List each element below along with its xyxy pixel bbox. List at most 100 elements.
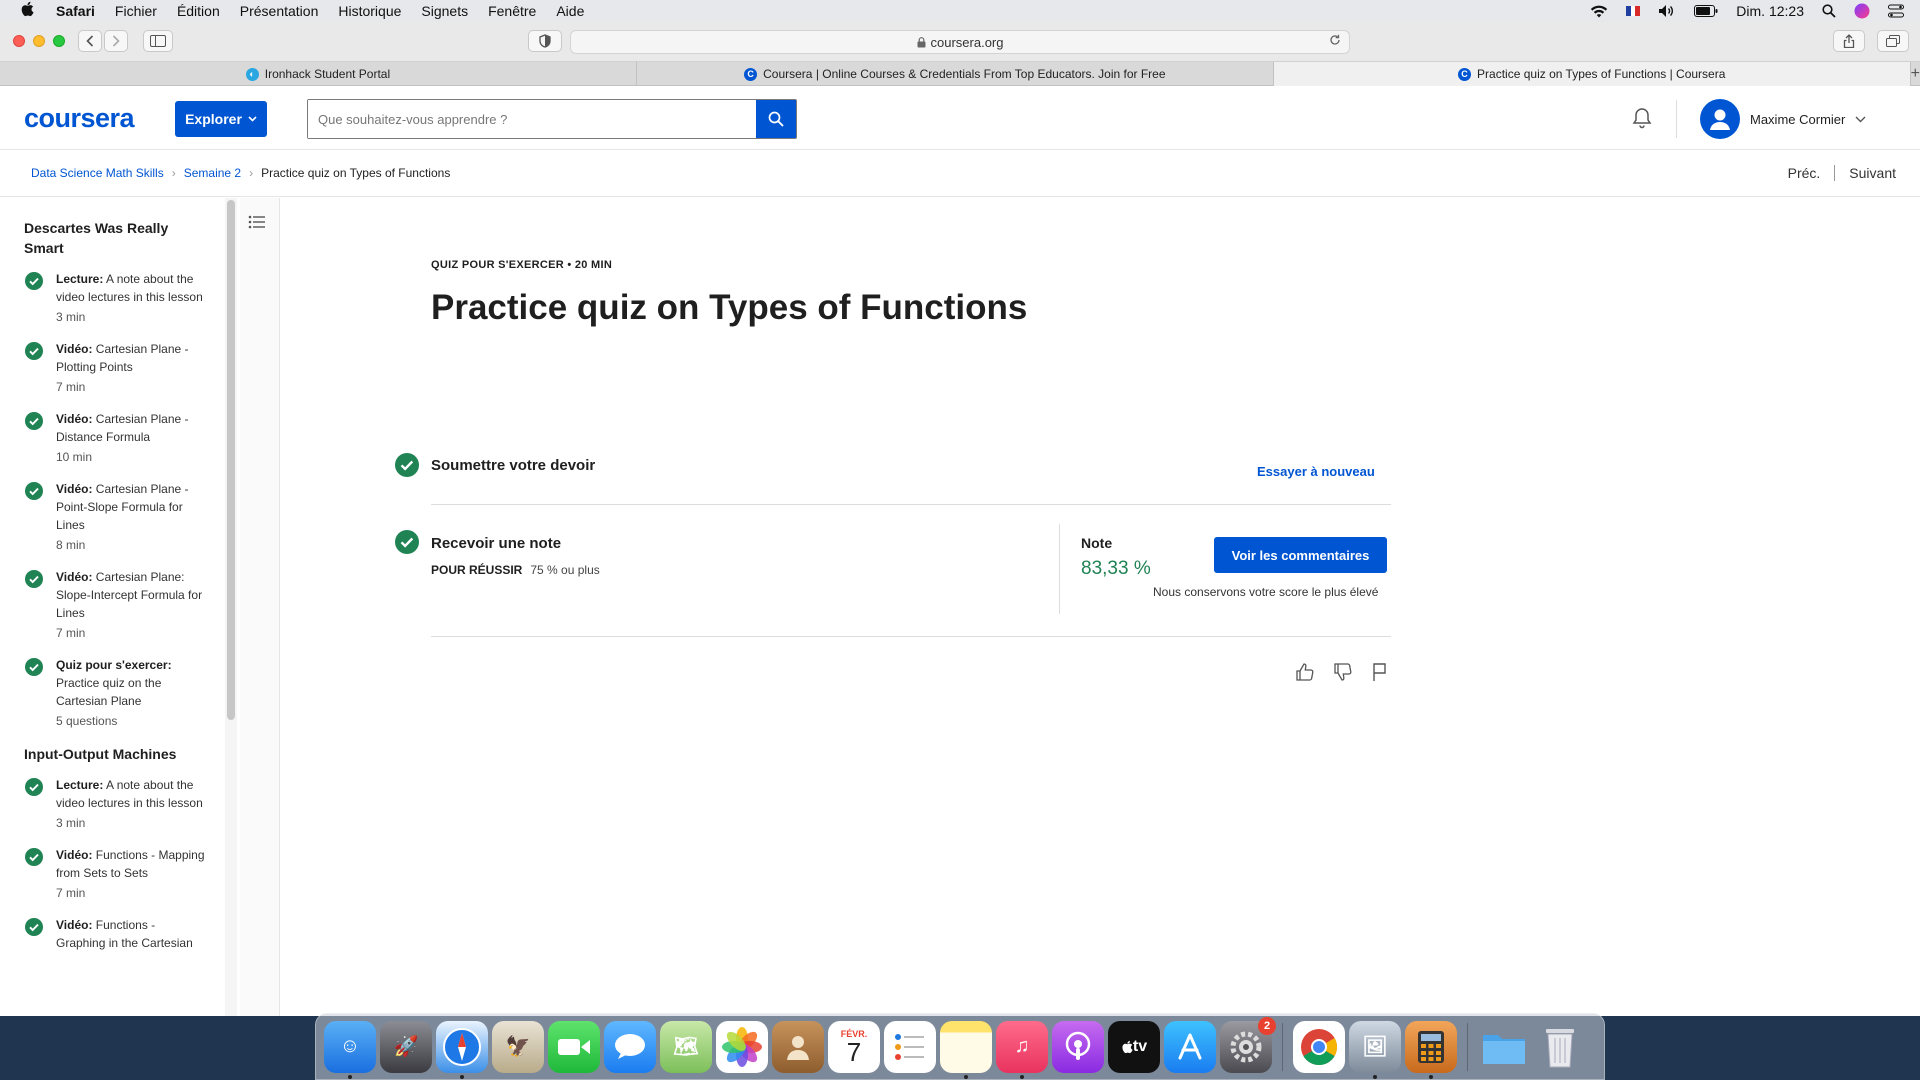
finder-icon[interactable]: ☺ — [324, 1020, 376, 1079]
breadcrumb-course-link[interactable]: Data Science Math Skills — [31, 166, 164, 180]
notifications-bell-icon[interactable] — [1630, 106, 1654, 135]
compass-icon — [443, 1027, 481, 1066]
trash-icon[interactable] — [1534, 1021, 1586, 1073]
menu-aide[interactable]: Aide — [556, 3, 584, 19]
completed-check-icon — [25, 412, 43, 430]
running-indicator — [348, 1074, 352, 1079]
flag-icon[interactable] — [1371, 662, 1389, 682]
apple-tv-icon[interactable]: tv — [1108, 1020, 1160, 1073]
module-title[interactable]: Input-Output Machines — [0, 744, 225, 764]
quiz-main-content: QUIZ POUR S'EXERCER • 20 MIN Practice qu… — [282, 198, 1920, 1016]
reminders-icon[interactable] — [884, 1020, 936, 1073]
maps-icon[interactable]: 🗺 — [660, 1020, 712, 1073]
back-button[interactable] — [78, 30, 102, 52]
sidebar-icon — [150, 35, 166, 47]
explore-label: Explorer — [185, 111, 242, 127]
person-icon — [787, 1035, 809, 1060]
calendar-day: 7 — [846, 1036, 862, 1067]
sidebar-item[interactable]: Vidéo: Functions - Graphing in the Carte… — [0, 916, 225, 952]
share-button[interactable] — [1833, 30, 1865, 52]
tab-coursera-home[interactable]: C Coursera | Online Courses & Credential… — [637, 62, 1274, 86]
chrome-icon[interactable] — [1293, 1020, 1345, 1073]
menu-fenetre[interactable]: Fenêtre — [488, 3, 536, 19]
french-flag-icon[interactable] — [1626, 6, 1641, 16]
preview-icon[interactable]: 🖼 — [1349, 1020, 1401, 1079]
contacts-icon[interactable] — [772, 1020, 824, 1073]
zoom-window-button[interactable] — [53, 35, 65, 47]
menu-historique[interactable]: Historique — [338, 3, 401, 19]
system-preferences-icon[interactable]: 2 — [1220, 1016, 1276, 1073]
battery-icon[interactable] — [1694, 5, 1718, 17]
sidebar-item[interactable]: Vidéo: Cartesian Plane - Point-Slope For… — [0, 480, 225, 554]
menu-signets[interactable]: Signets — [421, 3, 468, 19]
minimize-window-button[interactable] — [33, 35, 45, 47]
module-title[interactable]: Descartes Was Really Smart — [0, 218, 225, 258]
item-title: Practice quiz on the Cartesian Plane — [56, 676, 162, 708]
sidebar-item[interactable]: Lecture: A note about the video lectures… — [0, 270, 225, 326]
menubar-clock[interactable]: Dim. 12:23 — [1736, 3, 1804, 19]
siri-icon[interactable] — [1854, 3, 1870, 19]
previous-item-link[interactable]: Préc. — [1788, 165, 1821, 181]
music-icon[interactable]: ♫ — [996, 1020, 1048, 1079]
tabs-overview-icon — [1886, 35, 1900, 47]
sidebar-item[interactable]: Quiz pour s'exercer: Practice quiz on th… — [0, 656, 225, 730]
next-item-link[interactable]: Suivant — [1849, 165, 1896, 181]
sidebar-item[interactable]: Vidéo: Functions - Mapping from Sets to … — [0, 846, 225, 902]
facetime-icon[interactable] — [548, 1020, 600, 1073]
item-type: Vidéo: — [56, 342, 93, 356]
coursera-logo[interactable]: coursera — [24, 103, 135, 134]
sidebar-scrollbar[interactable] — [227, 200, 235, 720]
flower-icon — [722, 1026, 762, 1067]
outline-toggle-column — [240, 198, 280, 1016]
user-menu[interactable]: Maxime Cormier — [1700, 99, 1866, 139]
reload-icon[interactable] — [1329, 34, 1341, 49]
feedback-reactions — [1295, 662, 1389, 682]
privacy-report-button[interactable] — [528, 30, 562, 52]
chevron-right-icon: › — [171, 166, 176, 180]
forward-button[interactable] — [104, 30, 128, 52]
coursera-favicon-icon: C — [744, 67, 758, 81]
view-feedback-button[interactable]: Voir les commentaires — [1214, 537, 1387, 573]
apple-menu-icon[interactable] — [18, 1, 36, 21]
sidebar-item[interactable]: Vidéo: Cartesian Plane: Slope-Intercept … — [0, 568, 225, 642]
wifi-icon[interactable] — [1590, 5, 1608, 18]
thumbs-down-icon[interactable] — [1333, 662, 1353, 682]
photos-icon[interactable] — [716, 1020, 768, 1073]
sidebar-item[interactable]: Vidéo: Cartesian Plane - Distance Formul… — [0, 410, 225, 466]
breadcrumb-week-link[interactable]: Semaine 2 — [184, 166, 241, 180]
new-tab-button[interactable]: + — [1911, 62, 1920, 85]
search-button[interactable] — [756, 100, 796, 138]
control-center-icon[interactable] — [1888, 4, 1904, 18]
sidebar-item[interactable]: Vidéo: Cartesian Plane - Plotting Points… — [0, 340, 225, 396]
explore-button[interactable]: Explorer — [175, 101, 267, 137]
app-store-icon[interactable] — [1164, 1020, 1216, 1073]
divider — [431, 636, 1391, 637]
tab-ironhack[interactable]: ◐ Ironhack Student Portal — [0, 62, 637, 86]
search-input[interactable] — [308, 100, 756, 138]
calculator-icon[interactable] — [1405, 1020, 1457, 1079]
toggle-outline-button[interactable] — [248, 214, 266, 235]
retry-button[interactable]: Essayer à nouveau — [1257, 464, 1375, 479]
messages-icon[interactable] — [604, 1020, 656, 1073]
spotlight-search-icon[interactable] — [1822, 4, 1836, 18]
close-window-button[interactable] — [13, 35, 25, 47]
calendar-icon[interactable]: FÉVR. 7 — [828, 1020, 880, 1073]
completed-check-icon — [25, 342, 43, 360]
tab-overview-button[interactable] — [1877, 30, 1909, 52]
tab-practice-quiz[interactable]: C Practice quiz on Types of Functions | … — [1273, 62, 1911, 86]
menu-app-name[interactable]: Safari — [56, 3, 95, 19]
notes-icon[interactable] — [940, 1020, 992, 1079]
safari-icon[interactable] — [436, 1020, 488, 1079]
thumbs-up-icon[interactable] — [1295, 662, 1315, 682]
folder-icon[interactable] — [1478, 1021, 1530, 1073]
launchpad-icon[interactable]: 🚀 — [380, 1020, 432, 1073]
podcasts-icon[interactable] — [1052, 1020, 1104, 1073]
menu-presentation[interactable]: Présentation — [240, 3, 319, 19]
menu-fichier[interactable]: Fichier — [115, 3, 157, 19]
volume-icon[interactable] — [1658, 4, 1676, 18]
menu-edition[interactable]: Édition — [177, 3, 220, 19]
mail-icon[interactable]: 🦅 — [492, 1020, 544, 1073]
address-bar[interactable]: coursera.org — [570, 30, 1350, 54]
sidebar-toggle-button[interactable] — [143, 30, 173, 52]
sidebar-item[interactable]: Lecture: A note about the video lectures… — [0, 776, 225, 832]
